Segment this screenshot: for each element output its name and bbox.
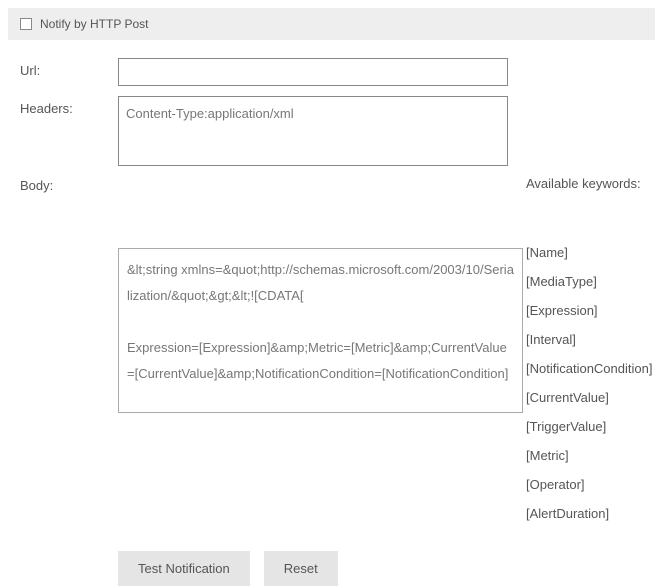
test-notification-button[interactable]: Test Notification — [118, 551, 250, 586]
notify-checkbox-label: Notify by HTTP Post — [40, 17, 148, 31]
headers-input[interactable] — [118, 96, 508, 166]
keyword-item: [AlertDuration] — [526, 506, 655, 521]
keywords-title: Available keywords: — [526, 176, 655, 191]
body-section: Body: Available keywords: [Name] [MediaT… — [8, 176, 655, 521]
button-row: Test Notification Reset — [8, 551, 655, 586]
keyword-item: [TriggerValue] — [526, 419, 655, 434]
notify-checkbox[interactable] — [20, 18, 32, 30]
url-label: Url: — [20, 58, 118, 78]
url-input[interactable] — [118, 58, 508, 86]
body-input[interactable] — [118, 248, 523, 413]
keyword-item: [Name] — [526, 245, 655, 260]
headers-row: Headers: — [8, 96, 655, 166]
keyword-item: [MediaType] — [526, 274, 655, 289]
keyword-item: [Metric] — [526, 448, 655, 463]
keyword-item: [CurrentValue] — [526, 390, 655, 405]
keyword-item: [Expression] — [526, 303, 655, 318]
headers-label: Headers: — [20, 96, 118, 116]
body-label: Body: — [20, 176, 118, 193]
notify-header-bar: Notify by HTTP Post — [8, 8, 655, 40]
keyword-item: [Operator] — [526, 477, 655, 492]
keyword-item: [Interval] — [526, 332, 655, 347]
url-row: Url: — [8, 58, 655, 86]
keyword-item: [NotificationCondition] — [526, 361, 655, 376]
reset-button[interactable]: Reset — [264, 551, 338, 586]
keyword-list: [Name] [MediaType] [Expression] [Interva… — [526, 245, 655, 521]
